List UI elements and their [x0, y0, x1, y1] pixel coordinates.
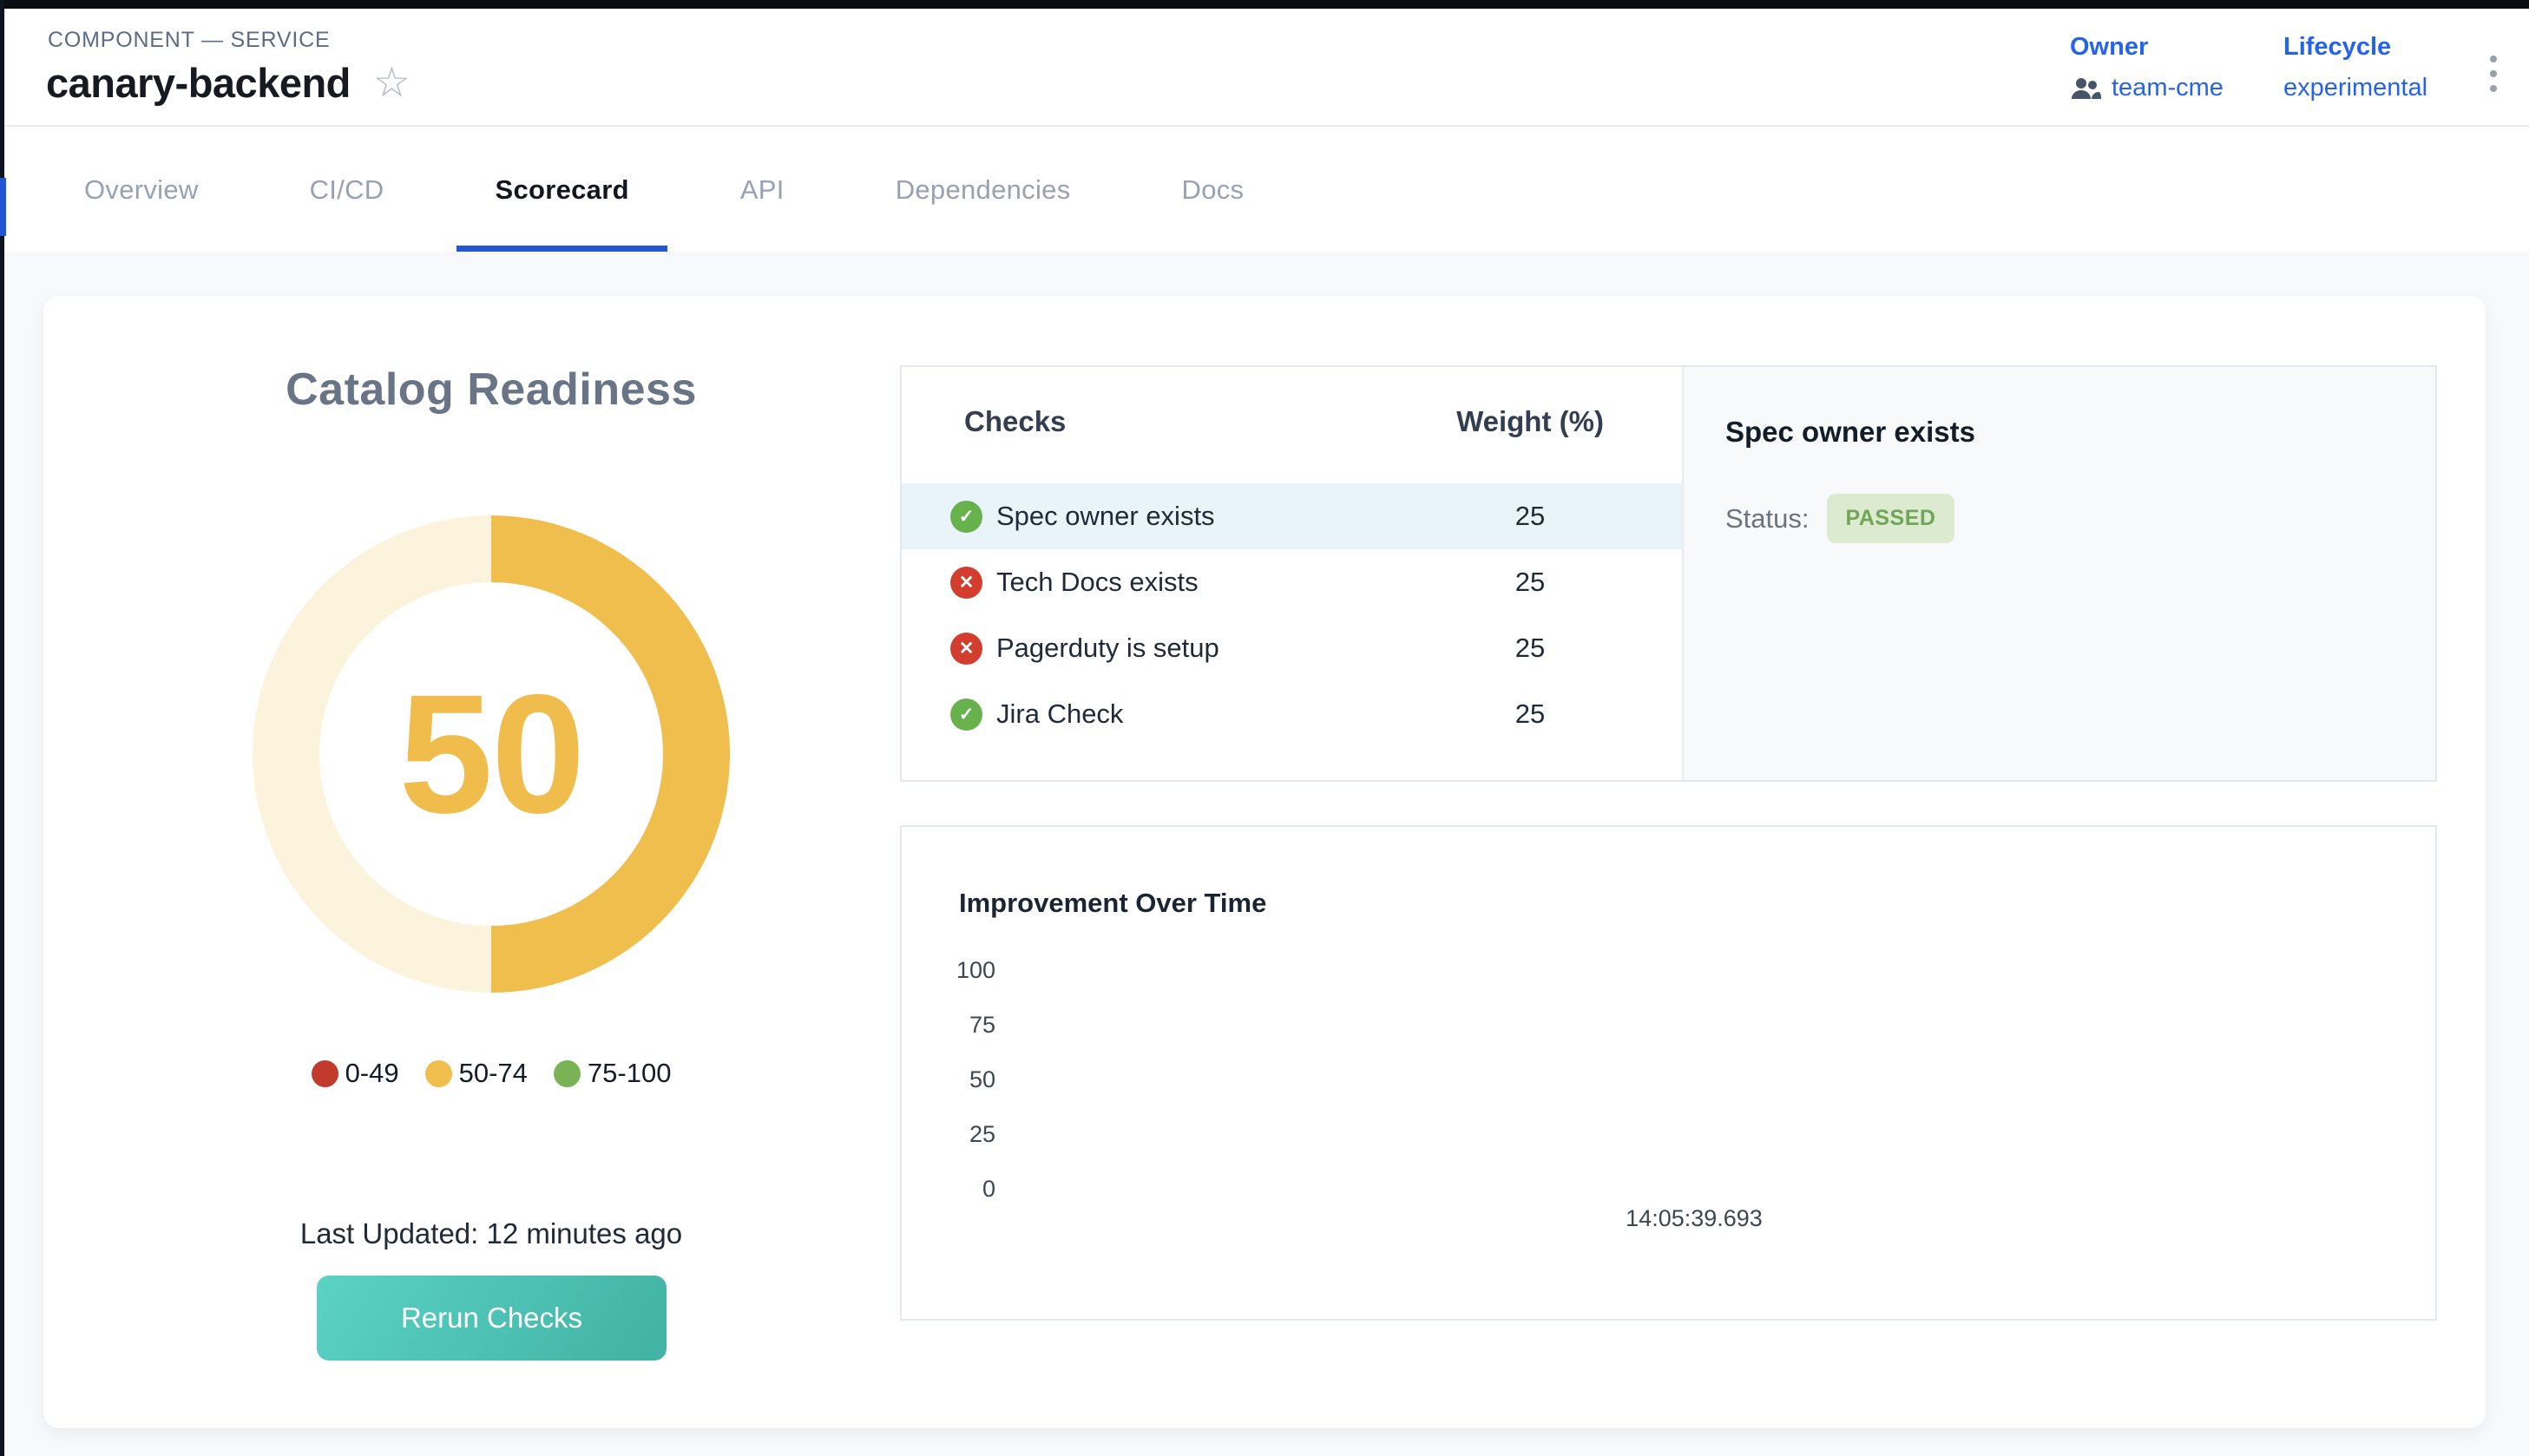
tab-dependencies[interactable]: Dependencies	[857, 128, 1109, 252]
check-row[interactable]: ✓ Jira Check 25	[902, 681, 1682, 747]
legend-item: 0-49	[312, 1058, 399, 1089]
owner-block: Owner team-cme	[2070, 33, 2224, 102]
tab-label: Overview	[84, 174, 199, 206]
last-updated-text: Last Updated: 12 minutes ago	[118, 1217, 864, 1250]
legend-dot	[425, 1060, 452, 1087]
tab-api[interactable]: API	[702, 128, 823, 252]
legend-dot	[312, 1060, 338, 1087]
legend-item: 50-74	[425, 1058, 528, 1089]
screenshot-top-edge	[0, 0, 2529, 9]
tab-overview[interactable]: Overview	[46, 128, 237, 252]
page-content: Catalog Readiness 50 0-49 50-74	[4, 252, 2529, 1456]
owner-value-link[interactable]: team-cme	[2112, 74, 2224, 102]
y-axis-tick-label: 25	[902, 1107, 995, 1162]
checks-column-header: Checks	[964, 405, 1456, 438]
tab-scorecard[interactable]: Scorecard	[457, 128, 667, 252]
tab-label: CI/CD	[310, 174, 384, 206]
check-row[interactable]: ✕ Pagerduty is setup 25	[902, 615, 1682, 681]
check-status-icon: ✓	[950, 698, 982, 731]
score-value: 50	[399, 657, 584, 851]
check-row[interactable]: ✕ Tech Docs exists 25	[902, 549, 1682, 615]
checks-table: Checks Weight (%) ✓ Spec owner exists 25…	[902, 367, 1682, 780]
lifecycle-block: Lifecycle experimental	[2283, 33, 2427, 102]
check-detail-panel: Spec owner exists Status: PASSED	[1682, 367, 2435, 780]
entity-header: COMPONENT — SERVICE canary-backend ☆ Own…	[4, 9, 2529, 127]
scorecard-card: Catalog Readiness 50 0-49 50-74	[43, 296, 2486, 1428]
score-gauge-hole: 50	[319, 582, 663, 926]
y-axis-tick-label: 0	[902, 1162, 995, 1217]
page-title: canary-backend	[46, 59, 351, 107]
score-legend: 0-49 50-74 75-100	[118, 1058, 864, 1089]
check-weight: 25	[1456, 501, 1604, 532]
check-status-icon: ✓	[950, 501, 982, 533]
check-row[interactable]: ✓ Spec owner exists 25	[902, 483, 1682, 549]
score-gauge: 50	[253, 515, 730, 993]
legend-label: 0-49	[345, 1058, 399, 1089]
checks-panel: Checks Weight (%) ✓ Spec owner exists 25…	[900, 365, 2437, 782]
legend-item: 75-100	[554, 1058, 672, 1089]
tab-label: Dependencies	[896, 174, 1071, 206]
checks-table-header: Checks Weight (%)	[902, 367, 1682, 438]
weight-column-header: Weight (%)	[1456, 405, 1604, 438]
favorite-star-icon[interactable]: ☆	[373, 62, 411, 104]
tab-label: Scorecard	[495, 174, 628, 206]
check-detail-title: Spec owner exists	[1725, 416, 1975, 449]
y-axis-tick-label: 75	[902, 998, 995, 1053]
check-weight: 25	[1456, 698, 1604, 730]
y-axis-tick-label: 50	[902, 1053, 995, 1107]
y-axis-tick-label: 100	[902, 943, 995, 998]
lifecycle-label: Lifecycle	[2283, 33, 2427, 62]
breadcrumb: COMPONENT — SERVICE	[48, 28, 330, 53]
check-status-icon: ✕	[950, 567, 982, 599]
entity-page: COMPONENT — SERVICE canary-backend ☆ Own…	[0, 0, 2529, 1456]
people-icon	[2070, 77, 2101, 100]
tab-ci-cd[interactable]: CI/CD	[272, 128, 423, 252]
entity-tabs: Overview CI/CD Scorecard API Dependencie…	[4, 128, 2529, 252]
rerun-checks-button[interactable]: Rerun Checks	[317, 1276, 667, 1361]
active-tab-indicator	[457, 246, 667, 252]
check-label: Tech Docs exists	[996, 567, 1199, 598]
lifecycle-value: experimental	[2283, 74, 2427, 102]
chart-y-axis: 100 75 50 25 0	[902, 943, 995, 1217]
scorecard-title: Catalog Readiness	[118, 364, 864, 416]
check-weight: 25	[1456, 567, 1604, 598]
status-label: Status:	[1725, 503, 1810, 535]
tab-docs[interactable]: Docs	[1144, 128, 1283, 252]
improvement-chart-panel: Improvement Over Time 100 75 50 25 0 14:…	[900, 825, 2437, 1321]
legend-label: 50-74	[459, 1058, 528, 1089]
check-label: Pagerduty is setup	[996, 633, 1219, 664]
status-badge: PASSED	[1827, 494, 1955, 543]
left-edge-accent	[0, 178, 6, 236]
tab-label: Docs	[1182, 174, 1245, 206]
check-weight: 25	[1456, 633, 1604, 664]
tab-label: API	[740, 174, 785, 206]
more-options-kebab-icon[interactable]	[2485, 50, 2502, 97]
chart-x-tick-label: 14:05:39.693	[1626, 1205, 1763, 1232]
legend-label: 75-100	[588, 1058, 672, 1089]
check-status-icon: ✕	[950, 633, 982, 665]
chart-title: Improvement Over Time	[959, 888, 1266, 919]
check-label: Jira Check	[996, 698, 1123, 730]
legend-dot	[554, 1060, 581, 1087]
checks-rows: ✓ Spec owner exists 25 ✕ Tech Docs exist…	[902, 483, 1682, 747]
owner-label: Owner	[2070, 33, 2224, 62]
check-label: Spec owner exists	[996, 501, 1215, 532]
